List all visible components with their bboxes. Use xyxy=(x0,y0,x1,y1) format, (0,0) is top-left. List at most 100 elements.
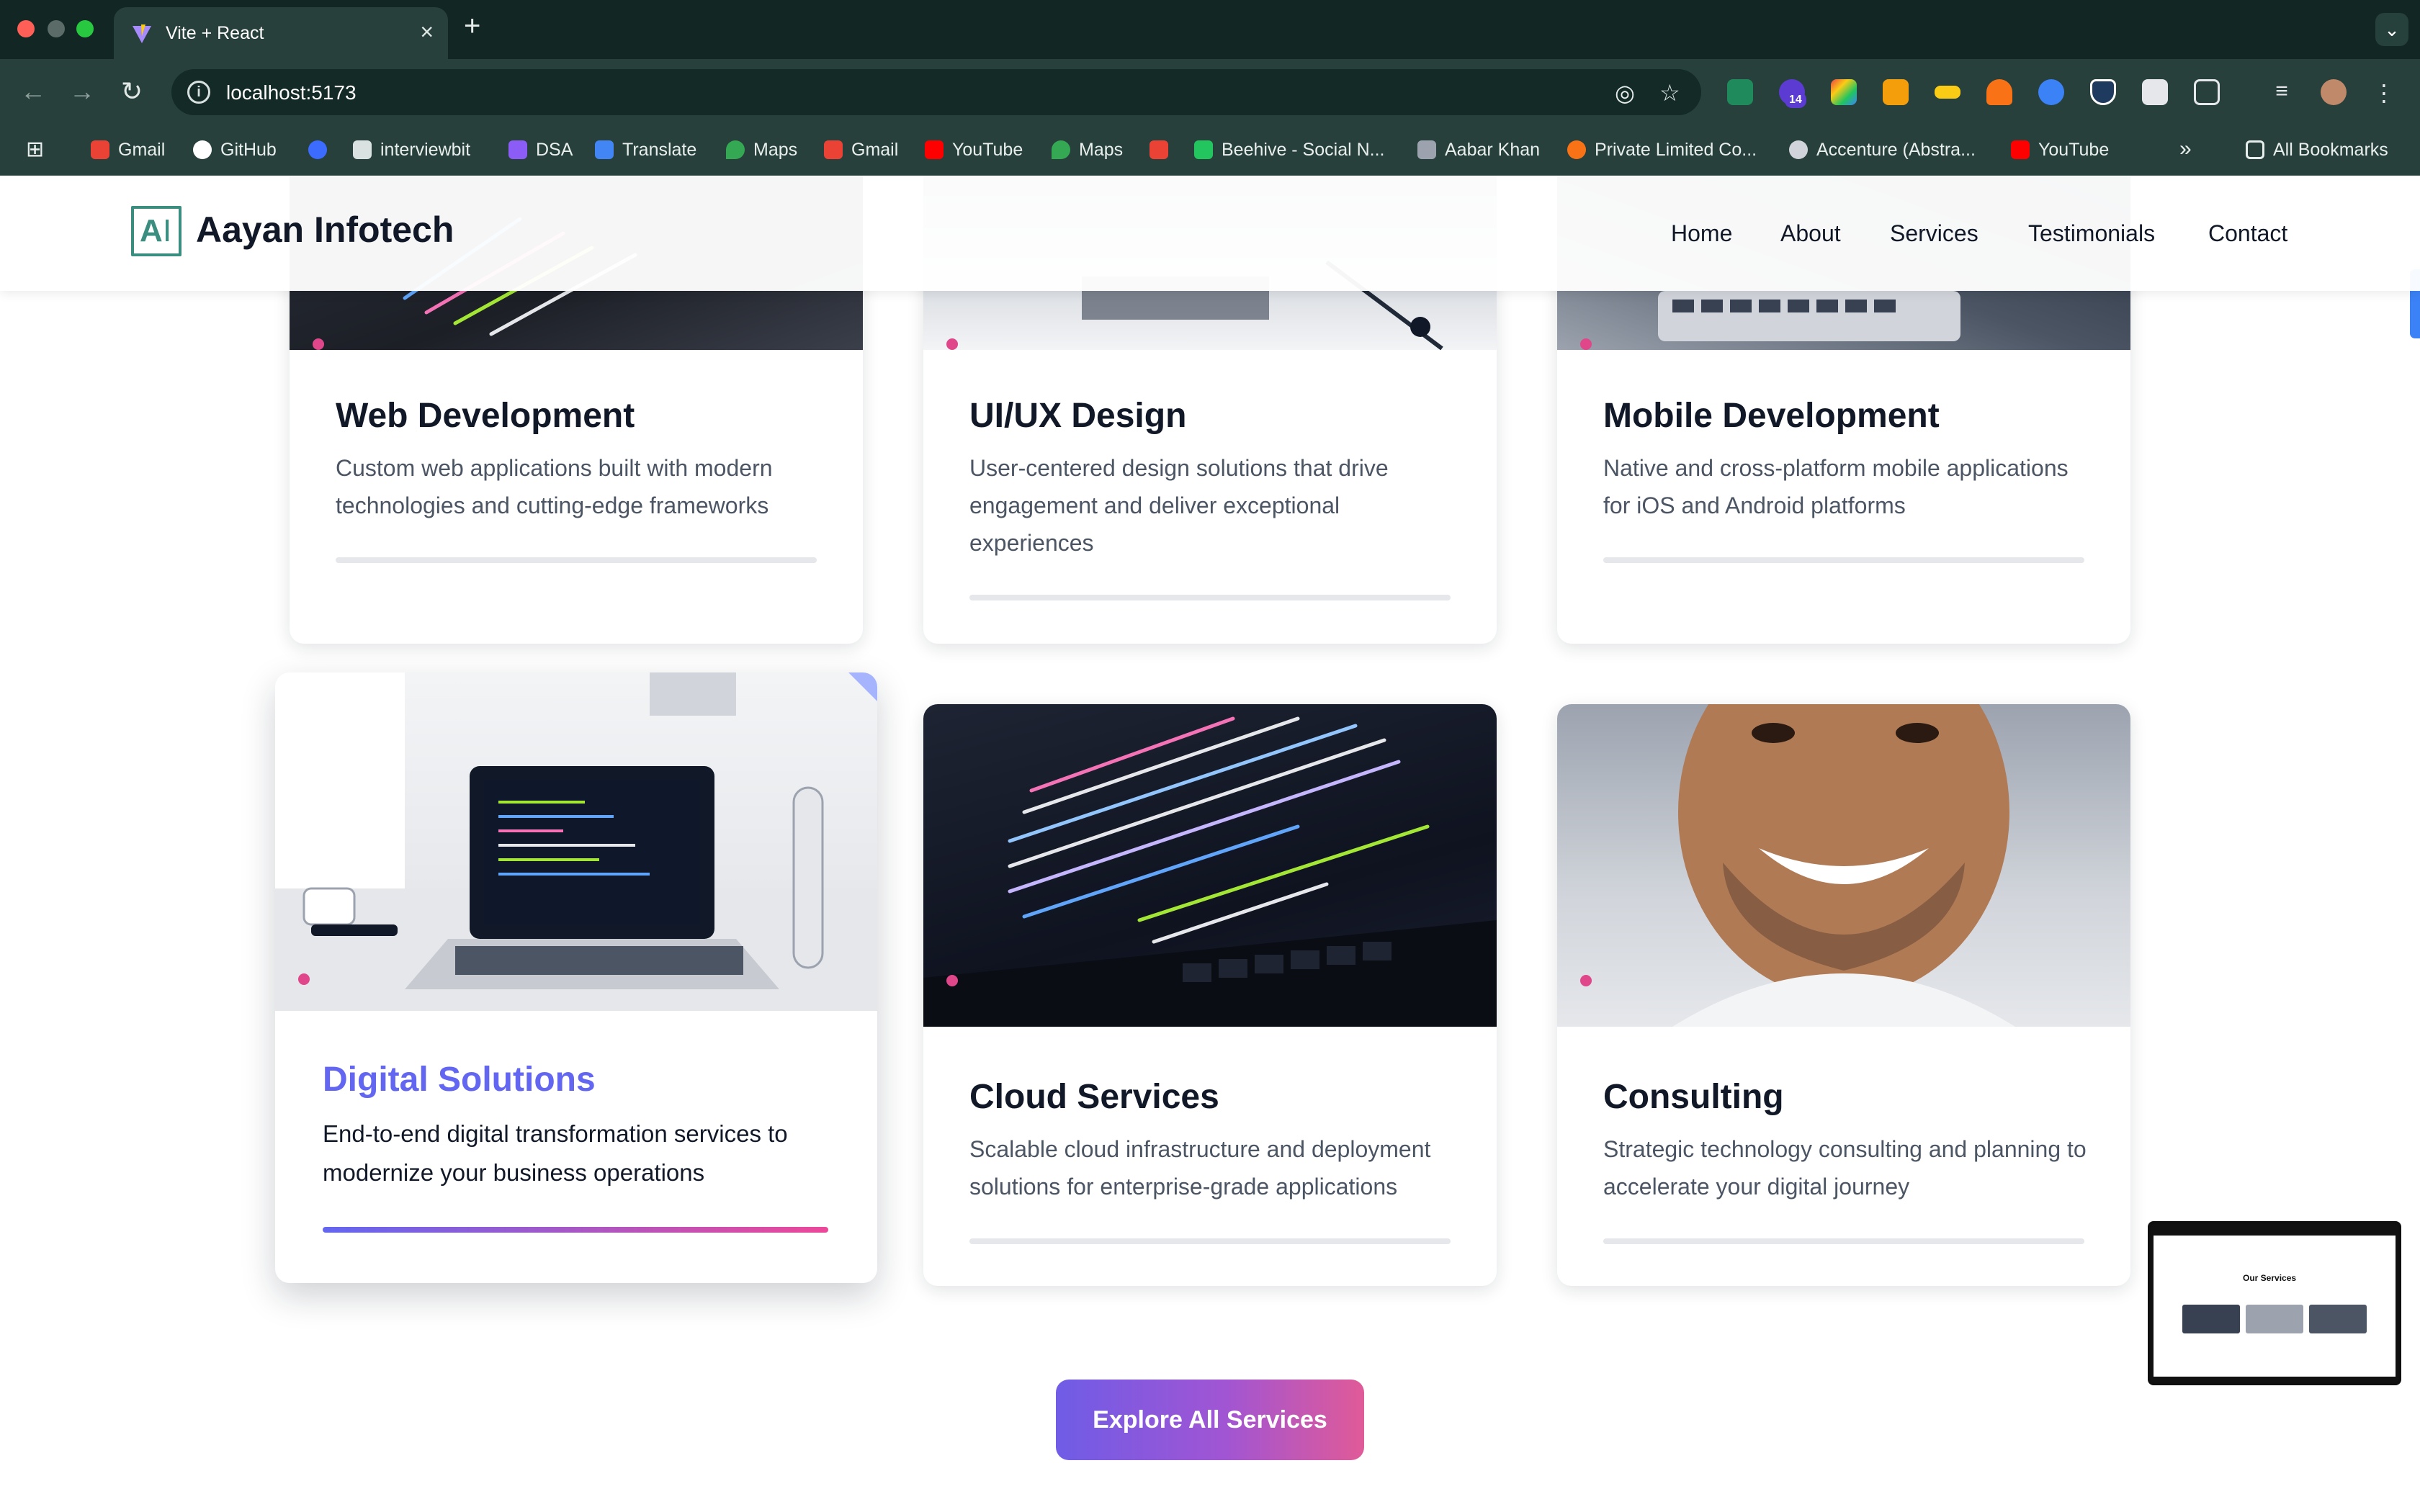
extension-mail-icon[interactable] xyxy=(1727,79,1753,105)
maps-pin-icon xyxy=(1052,140,1070,159)
bookmarks-overflow-icon[interactable]: » xyxy=(2179,137,2192,161)
bookmark-aabar-khan[interactable]: Aabar Khan xyxy=(1417,140,1540,161)
laptop-desk-image xyxy=(275,672,877,1011)
decorative-dot xyxy=(313,338,324,350)
service-card-consulting[interactable]: Consulting Strategic technology consulti… xyxy=(1557,704,2130,1286)
site-info-icon[interactable]: i xyxy=(187,81,210,104)
nav-contact[interactable]: Contact xyxy=(2208,220,2287,247)
nav-testimonials[interactable]: Testimonials xyxy=(2028,220,2155,247)
browser-tab[interactable]: Vite + React × xyxy=(114,7,448,59)
all-bookmarks-button[interactable]: All Bookmarks xyxy=(2246,140,2388,161)
nav-about[interactable]: About xyxy=(1780,220,1841,247)
card-description: Scalable cloud infrastructure and deploy… xyxy=(969,1136,1431,1200)
extension-fox-icon[interactable] xyxy=(1986,79,2012,105)
vite-icon xyxy=(133,24,151,43)
card-progress-bar xyxy=(1603,557,2084,563)
maps-pin-icon xyxy=(726,140,745,159)
bookmark-interviewbit[interactable]: interviewbit xyxy=(353,140,470,161)
decorative-dot xyxy=(1580,338,1592,350)
decorative-dot xyxy=(1580,975,1592,986)
gmail-icon xyxy=(1150,140,1168,159)
site-header: A I Aayan Infotech Home About Services T… xyxy=(0,176,2420,291)
card-description: User-centered design solutions that driv… xyxy=(969,455,1389,556)
card-title: Consulting xyxy=(1603,1078,1784,1116)
bookmark-c[interactable] xyxy=(308,140,336,161)
card-progress-bar xyxy=(969,1238,1451,1244)
bookmark-beehive[interactable]: Beehive - Social N... xyxy=(1194,140,1385,161)
extension-color-icon[interactable] xyxy=(1831,79,1857,105)
browser-tab-bar: Vite + React × + ⌄ xyxy=(0,0,2420,59)
bookmark-maps-2[interactable]: Maps xyxy=(1052,140,1123,161)
c-logo-icon xyxy=(308,140,327,159)
globe-icon xyxy=(1789,140,1808,159)
browser-toolbar: ← → ↻ i localhost:5173 ◎ ☆ 14 ≡ ⋮ xyxy=(0,59,2420,125)
browser-menu-icon[interactable]: ⋮ xyxy=(2371,79,2397,106)
extension-qr-icon[interactable] xyxy=(2142,79,2168,105)
preview-card-image xyxy=(2246,1305,2303,1333)
extension-badge: 14 xyxy=(1785,92,1806,108)
extension-orange-icon[interactable] xyxy=(1883,79,1909,105)
youtube-icon xyxy=(2011,140,2030,159)
eye-slash-icon[interactable]: ◎ xyxy=(1615,79,1635,107)
bookmark-accenture[interactable]: Accenture (Abstra... xyxy=(1789,140,1976,161)
card-description: Native and cross-platform mobile applica… xyxy=(1603,455,2069,518)
bookmark-gmail-3[interactable] xyxy=(1150,140,1177,161)
interviewbit-icon xyxy=(353,140,372,159)
extension-shield-icon[interactable] xyxy=(2090,79,2116,105)
portrait-image xyxy=(1557,704,2130,1027)
dsa-icon xyxy=(508,140,527,159)
bookmark-maps[interactable]: Maps xyxy=(726,140,797,161)
address-bar[interactable]: i localhost:5173 ◎ ☆ xyxy=(171,69,1701,115)
explore-all-services-button[interactable]: Explore All Services xyxy=(1056,1380,1364,1460)
company-icon xyxy=(1567,140,1586,159)
beehive-icon xyxy=(1194,140,1213,159)
maximize-window-button[interactable] xyxy=(76,20,94,37)
profile-avatar[interactable] xyxy=(2321,79,2347,105)
bookmark-youtube-2[interactable]: YouTube xyxy=(2011,140,2109,161)
close-window-button[interactable] xyxy=(17,20,35,37)
service-card-digital-solutions[interactable]: Digital Solutions End-to-end digital tra… xyxy=(275,672,877,1283)
card-progress-bar xyxy=(1603,1238,2084,1244)
extension-card-icon[interactable] xyxy=(1935,86,1960,99)
card-title: UI/UX Design xyxy=(969,397,1187,435)
brand-name[interactable]: Aayan Infotech xyxy=(196,209,454,251)
decorative-dot xyxy=(946,975,958,986)
gmail-icon xyxy=(824,140,843,159)
preview-card-image xyxy=(2182,1305,2240,1333)
bookmark-gmail-2[interactable]: Gmail xyxy=(824,140,898,161)
apps-grid-icon[interactable]: ⊞ xyxy=(26,137,44,162)
bookmark-star-icon[interactable]: ☆ xyxy=(1659,79,1680,107)
card-progress-bar xyxy=(969,595,1451,600)
card-title: Digital Solutions xyxy=(323,1061,596,1099)
nav-services[interactable]: Services xyxy=(1890,220,1978,247)
folder-icon xyxy=(2246,140,2264,159)
new-tab-icon[interactable]: + xyxy=(464,10,480,42)
screen-preview-thumbnail[interactable]: Our Services xyxy=(2148,1221,2401,1385)
preview-title: Our Services xyxy=(2243,1273,2297,1283)
bookmark-dsa[interactable]: DSA xyxy=(508,140,573,161)
forward-arrow-icon[interactable]: → xyxy=(69,76,95,107)
extensions-puzzle-icon[interactable] xyxy=(2194,79,2220,105)
bookmark-gmail[interactable]: Gmail xyxy=(91,140,165,161)
preview-page: Our Services xyxy=(2154,1236,2396,1377)
close-tab-icon[interactable]: × xyxy=(420,19,434,45)
bookmark-youtube[interactable]: YouTube xyxy=(925,140,1023,161)
card-description: End-to-end digital transformation servic… xyxy=(323,1120,788,1186)
card-description: Custom web applications built with moder… xyxy=(336,455,773,518)
card-progress-bar xyxy=(336,557,817,563)
bookmark-private-limited[interactable]: Private Limited Co... xyxy=(1567,140,1757,161)
bookmark-github[interactable]: GitHub xyxy=(193,140,277,161)
back-arrow-icon[interactable]: ← xyxy=(20,76,46,107)
logo-icon[interactable]: A I xyxy=(131,206,182,256)
service-card-cloud-services[interactable]: Cloud Services Scalable cloud infrastruc… xyxy=(923,704,1497,1286)
reading-list-icon[interactable]: ≡ xyxy=(2269,79,2295,105)
tab-search-chevron-icon[interactable]: ⌄ xyxy=(2375,13,2408,46)
bookmark-translate[interactable]: Translate xyxy=(595,140,696,161)
card-title: Cloud Services xyxy=(969,1078,1219,1116)
extension-drop-icon[interactable] xyxy=(2038,79,2064,105)
person-icon xyxy=(1417,140,1436,159)
minimize-window-button[interactable] xyxy=(48,20,65,37)
nav-home[interactable]: Home xyxy=(1671,220,1732,247)
reload-icon[interactable]: ↻ xyxy=(121,76,143,107)
tab-title: Vite + React xyxy=(166,23,264,43)
